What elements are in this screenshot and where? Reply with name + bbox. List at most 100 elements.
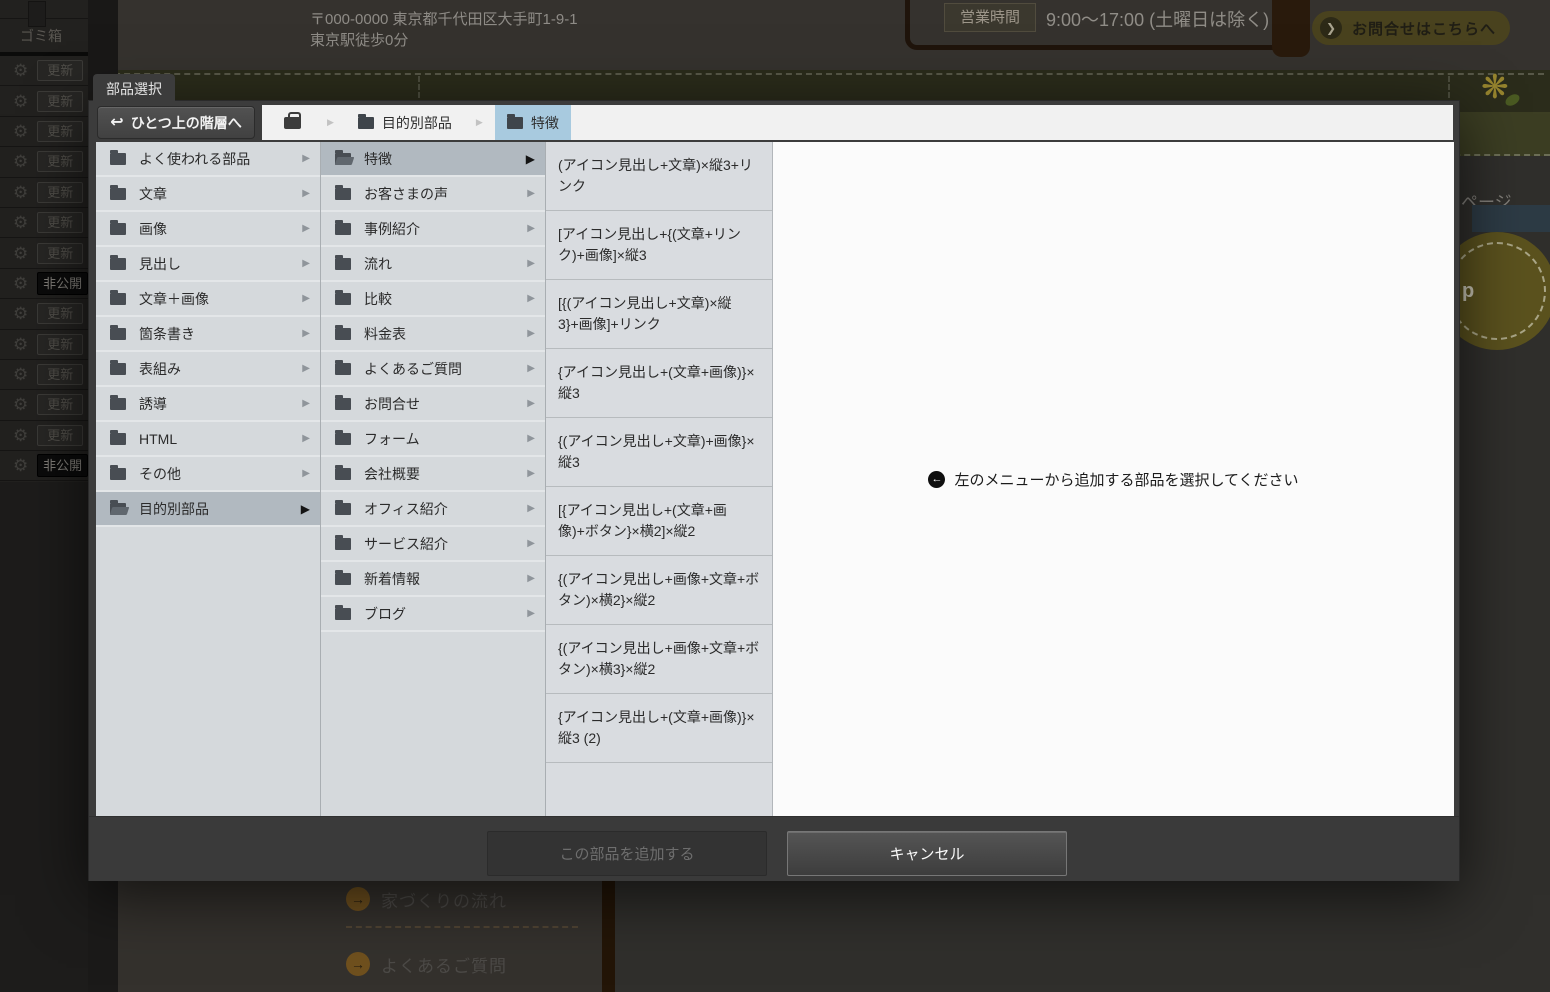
folder-item-label: 箇条書き bbox=[139, 324, 195, 344]
folder-item[interactable]: その他▶ bbox=[96, 457, 320, 492]
chevron-right-icon: ▶ bbox=[315, 117, 346, 128]
sidebar-row: ⚙ 非公開 bbox=[0, 451, 88, 481]
gear-icon[interactable]: ⚙ bbox=[13, 93, 28, 110]
part-item[interactable]: (アイコン見出し+文章)×縦3+リンク bbox=[546, 142, 772, 211]
chevron-right-icon: ▶ bbox=[302, 433, 310, 444]
folder-item[interactable]: 特徴▶ bbox=[321, 142, 545, 177]
folder-item[interactable]: 目的別部品▶ bbox=[96, 492, 320, 527]
part-item[interactable]: {アイコン見出し+(文章+画像)}×縦3 bbox=[546, 349, 772, 418]
dashed-divider bbox=[346, 926, 578, 928]
update-button[interactable]: 更新 bbox=[37, 91, 83, 112]
folder-item-label: HTML bbox=[139, 431, 177, 447]
part-item[interactable]: {(アイコン見出し+文章)+画像}×縦3 bbox=[546, 418, 772, 487]
gear-icon[interactable]: ⚙ bbox=[13, 153, 28, 170]
update-button[interactable]: 更新 bbox=[37, 182, 83, 203]
folder-item[interactable]: HTML ▶ bbox=[96, 422, 320, 457]
update-button[interactable]: 更新 bbox=[37, 425, 83, 446]
update-button[interactable]: 更新 bbox=[37, 334, 83, 355]
folder-item-label: 事例紹介 bbox=[364, 219, 420, 239]
address-line1: 〒000-0000 東京都千代田区大手町1-9-1 bbox=[310, 9, 578, 30]
folder-icon bbox=[335, 188, 351, 200]
sidebar-row: ⚙ 更新 bbox=[0, 56, 88, 86]
folder-item[interactable]: 誘導▶ bbox=[96, 387, 320, 422]
sidebar-row: ⚙ 非公開 bbox=[0, 269, 88, 299]
folder-item[interactable]: 文章▶ bbox=[96, 177, 320, 212]
trash-label: ゴミ箱 bbox=[20, 26, 62, 46]
part-item[interactable]: {(アイコン見出し+画像+文章+ボタン)×横3}×縦2 bbox=[546, 625, 772, 694]
dialog-tab[interactable]: 部品選択 bbox=[93, 74, 175, 104]
folder-item[interactable]: お問合せ▶ bbox=[321, 387, 545, 422]
breadcrumb-item[interactable]: 目的別部品 bbox=[346, 105, 464, 140]
part-item[interactable]: {(アイコン見出し+画像+文章+ボタン)×横2}×縦2 bbox=[546, 556, 772, 625]
update-button[interactable]: 更新 bbox=[37, 303, 83, 324]
update-button[interactable]: 更新 bbox=[37, 151, 83, 172]
gear-icon[interactable]: ⚙ bbox=[13, 275, 28, 292]
contact-link-button[interactable]: ❯ お問合せはこちらへ bbox=[1312, 11, 1510, 45]
editor-sidebar: ゴミ箱 ⚙ 更新 ⚙ 更新 ⚙ 更新 ⚙ 更新 ⚙ 更新 ⚙ 更新 ⚙ 更新 ⚙ 非公開 ⚙ 更新 ⚙ 更新 ⚙ 更新 ⚙ 更… bbox=[0, 0, 88, 992]
folder-item-label: 画像 bbox=[139, 219, 167, 239]
chevron-right-icon: ▶ bbox=[302, 293, 310, 304]
folder-item[interactable]: オフィス紹介▶ bbox=[321, 492, 545, 527]
folder-item[interactable]: 箇条書き▶ bbox=[96, 317, 320, 352]
footer-link-faq[interactable]: → よくあるご質問 bbox=[346, 951, 507, 977]
category-column: よく使われる部品▶文章▶画像▶見出し▶文章＋画像▶箇条書き▶表組み▶誘導▶HTM… bbox=[96, 142, 321, 816]
private-badge[interactable]: 非公開 bbox=[37, 454, 88, 477]
gear-icon[interactable]: ⚙ bbox=[13, 336, 28, 353]
gear-icon[interactable]: ⚙ bbox=[13, 214, 28, 231]
folder-item[interactable]: 比較▶ bbox=[321, 282, 545, 317]
folder-item[interactable]: 文章＋画像▶ bbox=[96, 282, 320, 317]
folder-item[interactable]: 事例紹介▶ bbox=[321, 212, 545, 247]
update-button[interactable]: 更新 bbox=[37, 121, 83, 142]
footer-link-flow[interactable]: → 家づくりの流れ bbox=[346, 886, 507, 912]
sidebar-empty-area bbox=[0, 482, 88, 992]
breadcrumb-item-current[interactable]: 特徴 bbox=[495, 105, 571, 140]
gear-icon[interactable]: ⚙ bbox=[13, 62, 28, 79]
update-button[interactable]: 更新 bbox=[37, 212, 83, 233]
folder-item[interactable]: 表組み▶ bbox=[96, 352, 320, 387]
update-button[interactable]: 更新 bbox=[37, 243, 83, 264]
briefcase-icon bbox=[284, 117, 301, 129]
gear-icon[interactable]: ⚙ bbox=[13, 457, 28, 474]
folder-item[interactable]: 画像▶ bbox=[96, 212, 320, 247]
hours-value: 9:00〜17:00 (土曜日は除く) bbox=[1046, 6, 1269, 32]
gear-icon[interactable]: ⚙ bbox=[13, 245, 28, 262]
private-badge[interactable]: 非公開 bbox=[37, 272, 88, 295]
folder-item[interactable]: 見出し▶ bbox=[96, 247, 320, 282]
folder-item[interactable]: 流れ▶ bbox=[321, 247, 545, 282]
folder-icon bbox=[358, 117, 374, 129]
sidebar-row: ⚙ 更新 bbox=[0, 299, 88, 329]
folder-icon bbox=[335, 503, 351, 515]
folder-item-label: フォーム bbox=[364, 429, 420, 449]
folder-item[interactable]: お客さまの声▶ bbox=[321, 177, 545, 212]
gear-icon[interactable]: ⚙ bbox=[13, 123, 28, 140]
part-item[interactable]: {アイコン見出し+(文章+画像)}×縦3 (2) bbox=[546, 694, 772, 763]
update-button[interactable]: 更新 bbox=[37, 394, 83, 415]
folder-item[interactable]: よくあるご質問▶ bbox=[321, 352, 545, 387]
part-item[interactable]: [{アイコン見出し+(文章+画像)+ボタン}×横2]×縦2 bbox=[546, 487, 772, 556]
add-part-button[interactable]: この部品を追加する bbox=[487, 831, 767, 876]
folder-icon bbox=[110, 223, 126, 235]
breadcrumb-root[interactable] bbox=[262, 105, 315, 140]
gear-icon[interactable]: ⚙ bbox=[13, 396, 28, 413]
gear-icon[interactable]: ⚙ bbox=[13, 366, 28, 383]
folder-item[interactable]: 会社概要▶ bbox=[321, 457, 545, 492]
folder-item[interactable]: よく使われる部品▶ bbox=[96, 142, 320, 177]
gear-icon[interactable]: ⚙ bbox=[13, 427, 28, 444]
folder-item[interactable]: 新着情報▶ bbox=[321, 562, 545, 597]
update-button[interactable]: 更新 bbox=[37, 60, 83, 81]
folder-item-label: 料金表 bbox=[364, 324, 406, 344]
folder-item[interactable]: サービス紹介▶ bbox=[321, 527, 545, 562]
gear-icon[interactable]: ⚙ bbox=[13, 184, 28, 201]
chevron-right-icon: ▶ bbox=[526, 152, 535, 166]
gear-icon[interactable]: ⚙ bbox=[13, 305, 28, 322]
up-one-level-button[interactable]: ↩ ひとつ上の階層へ bbox=[97, 106, 255, 139]
badge-letter: p bbox=[1462, 280, 1474, 303]
folder-item[interactable]: 料金表▶ bbox=[321, 317, 545, 352]
folder-item[interactable]: フォーム▶ bbox=[321, 422, 545, 457]
folder-item[interactable]: ブログ▶ bbox=[321, 597, 545, 632]
update-button[interactable]: 更新 bbox=[37, 364, 83, 385]
folder-icon bbox=[507, 117, 523, 129]
part-item[interactable]: [{(アイコン見出し+文章)×縦3}+画像]+リンク bbox=[546, 280, 772, 349]
cancel-button[interactable]: キャンセル bbox=[787, 831, 1067, 876]
part-item[interactable]: [アイコン見出し+{(文章+リンク)+画像]×縦3 bbox=[546, 211, 772, 280]
